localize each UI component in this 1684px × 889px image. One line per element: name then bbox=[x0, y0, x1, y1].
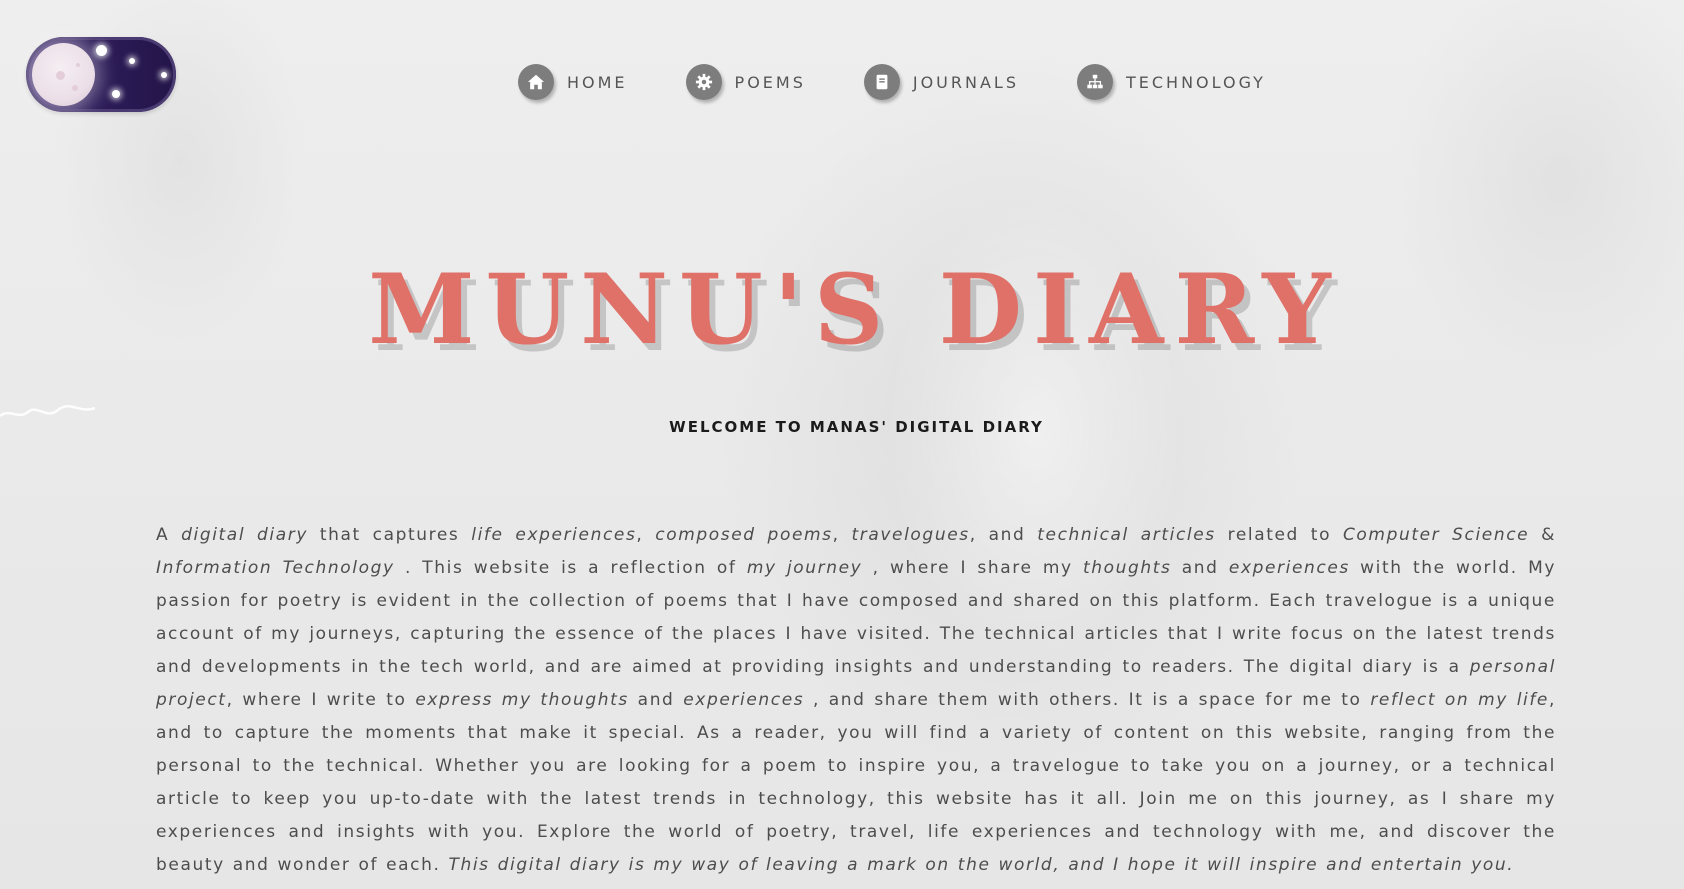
intro-text: and bbox=[628, 690, 684, 710]
nav-item-poems[interactable]: POEMS bbox=[685, 64, 806, 100]
star-icon bbox=[112, 90, 120, 98]
intro-emphasis: thoughts bbox=[1082, 558, 1172, 578]
intro-closing-emphasis: This digital diary is my way of leaving … bbox=[448, 855, 1515, 875]
site-subtitle: WELCOME TO MANAS' DIGITAL DIARY bbox=[669, 418, 1044, 436]
intro-text: & bbox=[1529, 525, 1556, 545]
home-icon bbox=[518, 64, 554, 100]
intro-emphasis: technical articles bbox=[1037, 525, 1216, 545]
sitemap-icon bbox=[1076, 64, 1113, 100]
intro-paragraph: A digital diary that captures life exper… bbox=[156, 519, 1556, 882]
intro-text: that captures bbox=[308, 525, 472, 545]
star-icon bbox=[161, 72, 167, 78]
intro-emphasis: Computer Science bbox=[1342, 525, 1530, 545]
moon-icon bbox=[32, 43, 95, 106]
star-icon bbox=[96, 45, 107, 56]
nav-label-technology: TECHNOLOGY bbox=[1125, 72, 1266, 92]
intro-text: , where I write to bbox=[226, 690, 416, 710]
intro-emphasis: reflect on my life bbox=[1370, 690, 1549, 710]
nav-item-technology[interactable]: TECHNOLOGY bbox=[1076, 64, 1266, 100]
main-nav: HOME POEMS JOURNALS TECHNOLOGY bbox=[518, 64, 1266, 100]
intro-text: , and to capture the moments that make i… bbox=[156, 690, 1556, 875]
intro-text: and bbox=[1171, 558, 1229, 578]
site-title: MUNU'S DIARY bbox=[368, 253, 1342, 366]
intro-text: , where I share my bbox=[862, 558, 1083, 578]
intro-emphasis: Information Technology bbox=[156, 558, 395, 578]
intro-text: related to bbox=[1215, 525, 1343, 545]
nav-item-journals[interactable]: JOURNALS bbox=[863, 64, 1019, 100]
intro-emphasis: my journey bbox=[746, 558, 863, 578]
intro-emphasis: express my thoughts bbox=[415, 690, 629, 710]
intro-emphasis: travelogues bbox=[851, 525, 970, 545]
star-icon bbox=[129, 58, 135, 64]
intro-text: . This website is a reflection of bbox=[394, 558, 747, 578]
intro-text: , and bbox=[969, 525, 1038, 545]
nav-label-home: HOME bbox=[567, 72, 628, 92]
nav-label-journals: JOURNALS bbox=[912, 72, 1019, 92]
intro-emphasis: life experiences bbox=[471, 525, 637, 545]
book-icon bbox=[863, 64, 900, 100]
intro-emphasis: composed poems bbox=[655, 525, 833, 545]
gear-icon bbox=[685, 64, 722, 100]
intro-text: , and share them with others. It is a sp… bbox=[804, 690, 1371, 710]
intro-text: , bbox=[832, 525, 852, 545]
intro-emphasis: experiences bbox=[683, 690, 805, 710]
nav-item-home[interactable]: HOME bbox=[518, 64, 628, 100]
theme-toggle[interactable] bbox=[26, 37, 176, 112]
intro-emphasis: experiences bbox=[1228, 558, 1350, 578]
intro-text: , bbox=[636, 525, 656, 545]
nav-label-poems: POEMS bbox=[734, 72, 806, 92]
intro-text: A bbox=[156, 525, 182, 545]
intro-emphasis: digital diary bbox=[181, 525, 308, 545]
